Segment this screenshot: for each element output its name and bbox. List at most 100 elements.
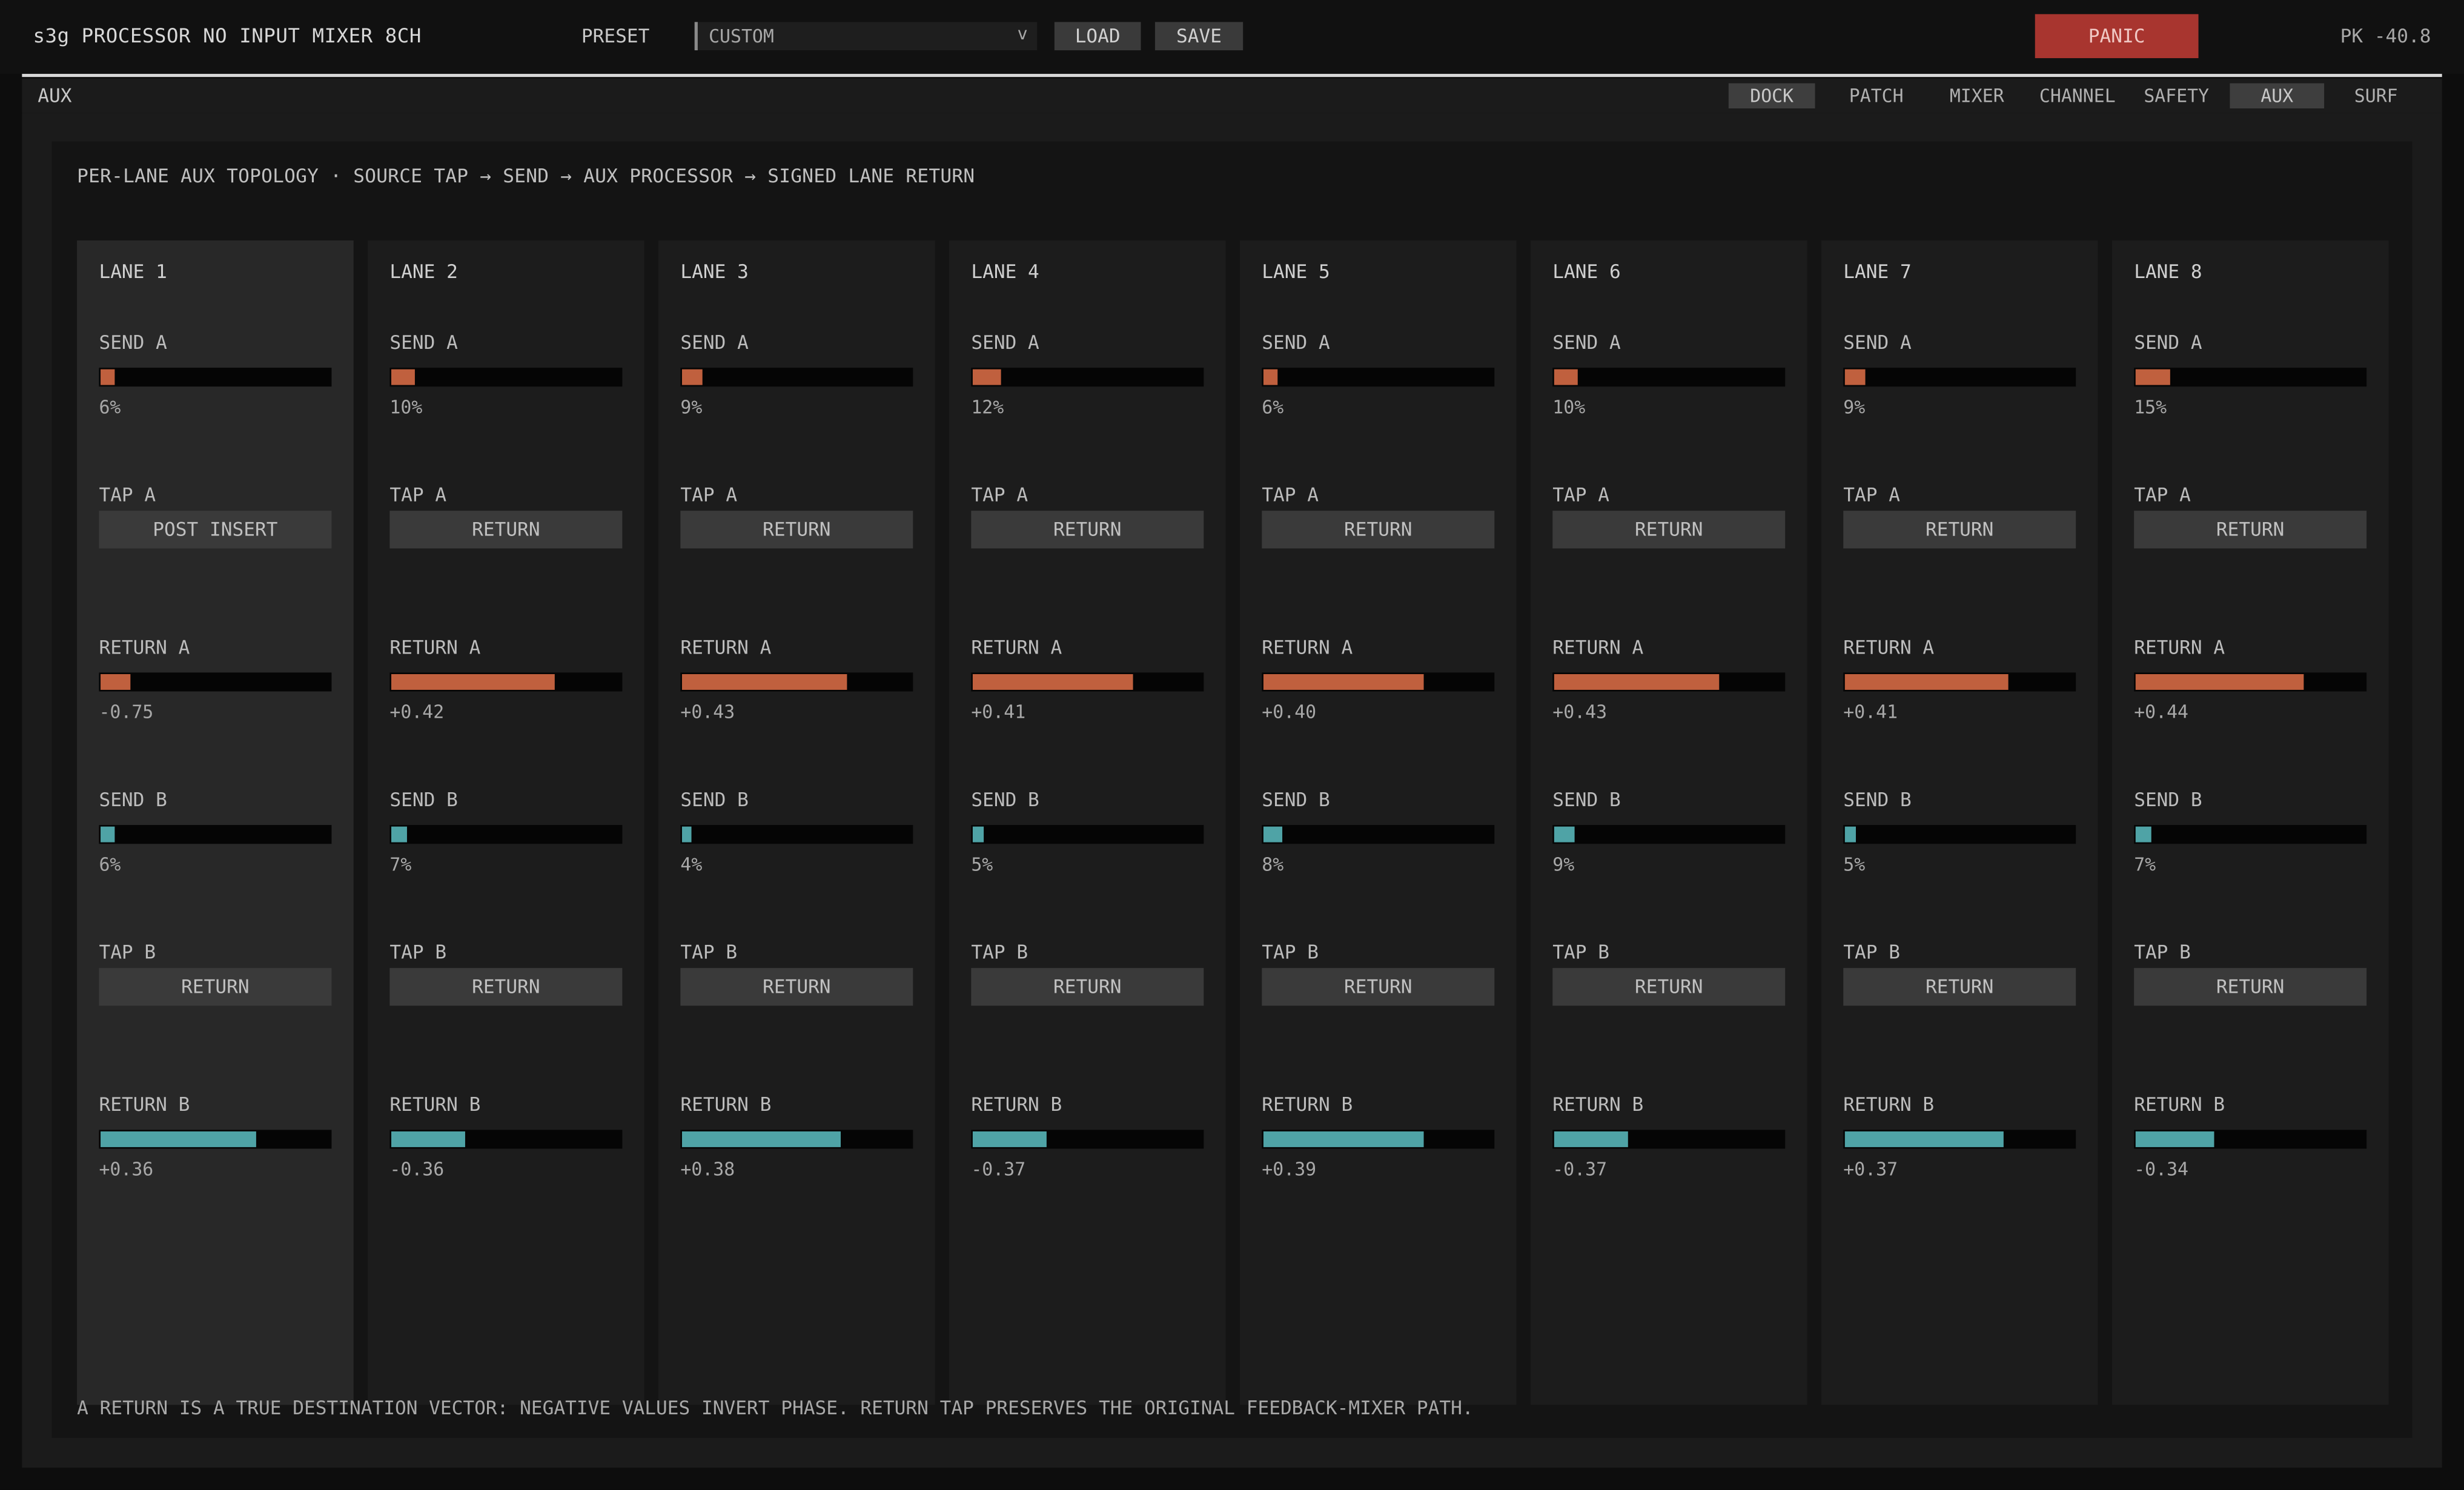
return-b-fill — [681, 1131, 841, 1147]
tap-a-button[interactable]: RETURN — [971, 511, 1204, 549]
return-a-meter[interactable] — [1552, 672, 1786, 692]
return-b-meter[interactable] — [2134, 1130, 2367, 1149]
tap-a-button[interactable]: RETURN — [1552, 511, 1786, 549]
tap-b-button[interactable]: RETURN — [2134, 968, 2367, 1006]
tap-b-button[interactable]: RETURN — [1843, 968, 2076, 1006]
tab-patch[interactable]: PATCH — [1829, 84, 1924, 109]
tab-dock[interactable]: DOCK — [1728, 83, 1815, 109]
tap-b-button[interactable]: RETURN — [99, 968, 332, 1006]
tap-a-label: TAP A — [1552, 484, 1609, 506]
chevron-down-icon: v — [1017, 23, 1028, 44]
send-b-meter[interactable] — [1262, 825, 1495, 844]
tap-b-label: TAP B — [1552, 941, 1609, 964]
lane-strip[interactable]: LANE 4 SEND A 12% TAP A RETURN RETURN A +0.41 S… — [949, 240, 1226, 1405]
return-a-label: RETURN A — [389, 636, 481, 659]
lane-strip[interactable]: LANE 5 SEND A 6% TAP A RETURN RETURN A +0.40 SE… — [1239, 240, 1517, 1405]
send-a-meter[interactable] — [971, 368, 1204, 387]
return-a-meter[interactable] — [1262, 672, 1495, 692]
tap-a-label: TAP A — [389, 484, 447, 506]
return-b-meter[interactable] — [1843, 1130, 2076, 1149]
send-b-label: SEND B — [680, 789, 749, 811]
tap-a-button[interactable]: RETURN — [1843, 511, 2076, 549]
tap-b-button[interactable]: RETURN — [1262, 968, 1495, 1006]
send-a-meter[interactable] — [99, 368, 332, 387]
tap-a-label: TAP A — [680, 484, 738, 506]
preset-dropdown[interactable]: CUSTOM v — [694, 22, 1038, 51]
lane-strip[interactable]: LANE 2 SEND A 10% TAP A RETURN RETURN A +0.42 S… — [368, 240, 644, 1405]
send-b-meter[interactable] — [971, 825, 1204, 844]
tap-a-button[interactable]: RETURN — [389, 511, 623, 549]
tab-aux[interactable]: AUX — [2230, 83, 2325, 109]
return-a-meter[interactable] — [2134, 672, 2367, 692]
send-b-fill — [1263, 826, 1283, 843]
lane-strip[interactable]: LANE 7 SEND A 9% TAP A RETURN RETURN A +0.41 SE… — [1821, 240, 2098, 1405]
return-b-meter[interactable] — [971, 1130, 1204, 1149]
tap-b-button[interactable]: RETURN — [389, 968, 623, 1006]
return-a-meter[interactable] — [99, 672, 332, 692]
send-a-fill — [1263, 369, 1278, 385]
return-b-fill — [391, 1131, 465, 1147]
top-bar: s3g PROCESSOR NO INPUT MIXER 8CH PRESET … — [0, 0, 2464, 74]
send-b-label: SEND B — [99, 789, 167, 811]
return-b-value: +0.36 — [99, 1158, 154, 1180]
return-a-value: +0.41 — [1843, 701, 1898, 723]
return-b-meter[interactable] — [1262, 1130, 1495, 1149]
tap-b-button[interactable]: RETURN — [680, 968, 913, 1006]
send-b-meter[interactable] — [99, 825, 332, 844]
return-b-label: RETURN B — [389, 1093, 481, 1116]
panic-button[interactable]: PANIC — [2035, 14, 2199, 58]
return-a-fill — [391, 674, 555, 690]
footnote: A RETURN IS A TRUE DESTINATION VECTOR: N… — [77, 1397, 1474, 1419]
send-a-meter[interactable] — [1262, 368, 1495, 387]
lane-title: LANE 5 — [1262, 260, 1330, 283]
send-a-value: 6% — [99, 396, 121, 419]
send-a-value: 6% — [1262, 396, 1284, 419]
save-button[interactable]: SAVE — [1154, 22, 1244, 51]
send-a-meter[interactable] — [2134, 368, 2367, 387]
send-a-label: SEND A — [1843, 331, 1912, 354]
send-b-meter[interactable] — [389, 825, 623, 844]
return-a-meter[interactable] — [680, 672, 913, 692]
tap-b-label: TAP B — [1262, 941, 1319, 964]
return-a-label: RETURN A — [680, 636, 772, 659]
tap-b-label: TAP B — [99, 941, 156, 964]
return-b-meter[interactable] — [389, 1130, 623, 1149]
tap-a-button[interactable]: RETURN — [2134, 511, 2367, 549]
return-a-meter[interactable] — [971, 672, 1204, 692]
return-b-meter[interactable] — [99, 1130, 332, 1149]
send-b-meter[interactable] — [680, 825, 913, 844]
section-name: AUX — [38, 85, 72, 107]
send-a-meter[interactable] — [1843, 368, 2076, 387]
lane-strip[interactable]: LANE 8 SEND A 15% TAP A RETURN RETURN A +0.44 S… — [2111, 240, 2389, 1405]
return-a-label: RETURN A — [1262, 636, 1353, 659]
tab-mixer[interactable]: MIXER — [1930, 84, 2024, 109]
tap-b-button[interactable]: RETURN — [971, 968, 1204, 1006]
tap-a-button[interactable]: RETURN — [1262, 511, 1495, 549]
return-a-meter[interactable] — [1843, 672, 2076, 692]
tap-a-button[interactable]: RETURN — [680, 511, 913, 549]
send-b-meter[interactable] — [2134, 825, 2367, 844]
send-a-label: SEND A — [1262, 331, 1330, 354]
tap-a-button[interactable]: POST INSERT — [99, 511, 332, 549]
lane-strip[interactable]: LANE 6 SEND A 10% TAP A RETURN RETURN A +0.43 S… — [1530, 240, 1807, 1405]
load-button[interactable]: LOAD — [1054, 22, 1141, 51]
send-a-label: SEND A — [2134, 331, 2202, 354]
lane-strip[interactable]: LANE 3 SEND A 9% TAP A RETURN RETURN A +0.43 SE… — [658, 240, 935, 1405]
send-b-meter[interactable] — [1552, 825, 1786, 844]
lane-strip[interactable]: LANE 1 SEND A 6% TAP A POST INSERT RETURN A -0… — [77, 240, 354, 1405]
return-b-meter[interactable] — [680, 1130, 913, 1149]
tab-safety[interactable]: SAFETY — [2131, 84, 2222, 109]
send-b-meter[interactable] — [1843, 825, 2076, 844]
send-a-meter[interactable] — [680, 368, 913, 387]
send-a-meter[interactable] — [1552, 368, 1786, 387]
app-title: s3g PROCESSOR NO INPUT MIXER 8CH — [33, 23, 422, 47]
return-b-meter[interactable] — [1552, 1130, 1786, 1149]
tap-b-button[interactable]: RETURN — [1552, 968, 1786, 1006]
tap-b-label: TAP B — [680, 941, 738, 964]
tab-channel[interactable]: CHANNEL — [2030, 84, 2125, 109]
tab-surf[interactable]: SURF — [2329, 84, 2423, 109]
return-a-meter[interactable] — [389, 672, 623, 692]
send-b-value: 4% — [680, 853, 703, 876]
send-a-meter[interactable] — [389, 368, 623, 387]
send-a-label: SEND A — [99, 331, 167, 354]
